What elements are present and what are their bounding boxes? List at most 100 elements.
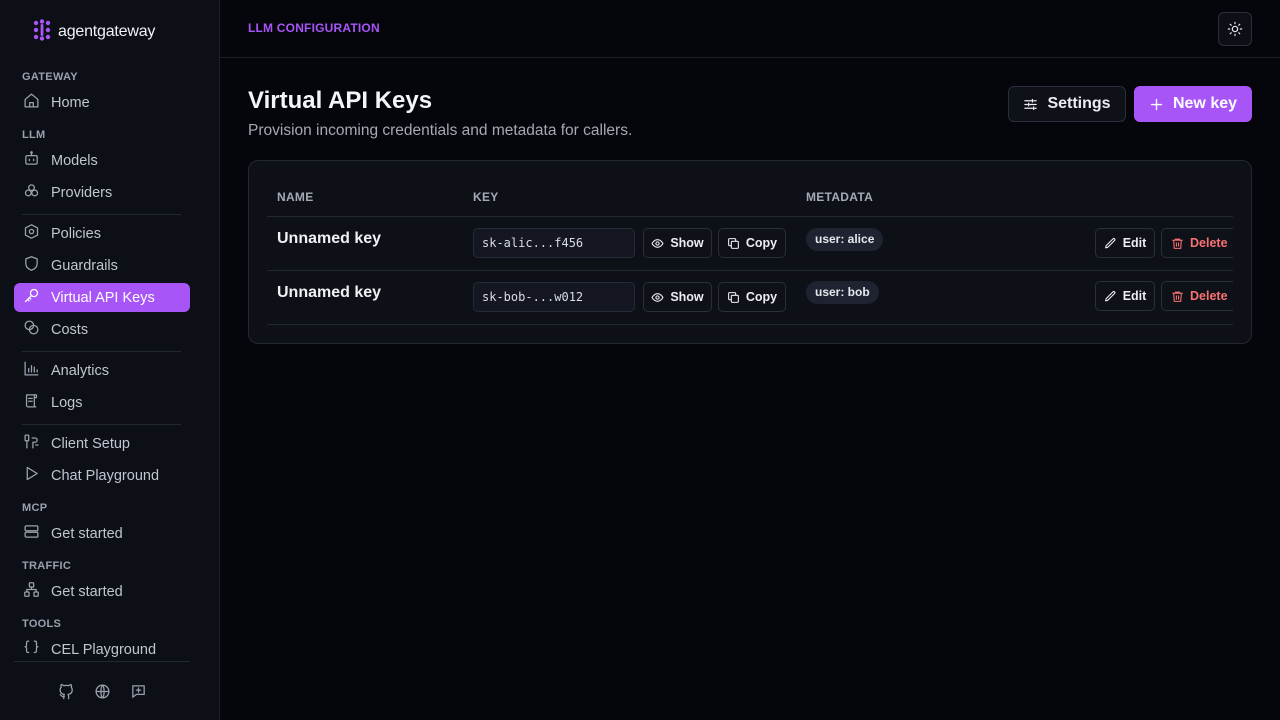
pencil-icon (1104, 237, 1117, 250)
copy-key-button[interactable]: Copy (718, 228, 786, 258)
braces-icon (23, 639, 40, 660)
table-scroll-clip (1233, 216, 1251, 326)
sliders-icon (1023, 97, 1038, 112)
sidebar-item-chat-playground[interactable]: Chat Playground (14, 461, 190, 490)
eye-icon (651, 291, 664, 304)
sidebar-item-mcp-get-started[interactable]: Get started (14, 519, 190, 548)
brand-name: agentgateway (58, 23, 156, 40)
sidebar-item-label: Chat Playground (51, 467, 160, 484)
sidebar-item-models[interactable]: Models (14, 146, 190, 175)
theme-toggle-button[interactable] (1218, 12, 1252, 46)
sidebar-item-guardrails[interactable]: Guardrails (14, 251, 190, 280)
copy-icon (727, 291, 740, 304)
nav-divider (22, 214, 181, 215)
metadata-badge: user: bob (806, 281, 879, 304)
page-subtitle: Provision incoming credentials and metad… (248, 122, 633, 139)
row-divider (267, 270, 1233, 271)
copy-key-button[interactable]: Copy (718, 282, 786, 312)
network-icon (23, 581, 40, 602)
edit-key-button-label: Edit (1122, 236, 1147, 250)
sidebar-item-label: Logs (51, 394, 83, 411)
copy-key-button-label: Copy (745, 236, 778, 250)
copy-key-button-label: Copy (745, 290, 778, 304)
section-label-mcp: MCP (22, 502, 48, 514)
sidebar-item-traffic-get-started[interactable]: Get started (14, 577, 190, 606)
delete-key-button[interactable]: Delete (1161, 228, 1241, 258)
github-icon[interactable] (56, 681, 76, 701)
sidebar-item-label: CEL Playground (51, 641, 157, 658)
scroll-icon (23, 392, 40, 413)
sidebar-item-label: Models (51, 152, 98, 169)
column-header-metadata: METADATA (806, 190, 874, 204)
sidebar-item-virtual-api-keys[interactable]: Virtual API Keys (14, 283, 190, 312)
server-icon (23, 523, 40, 544)
eye-icon (651, 237, 664, 250)
breadcrumb: LLM CONFIGURATION (248, 21, 380, 35)
sidebar-item-cel-playground[interactable]: CEL Playground (14, 635, 190, 664)
row-divider (267, 216, 1233, 217)
key-name: Unnamed key (277, 230, 382, 247)
home-icon (23, 92, 40, 113)
section-label-traffic: TRAFFIC (22, 560, 72, 572)
key-value: sk-bob-...w012 (473, 282, 635, 312)
sidebar-item-logs[interactable]: Logs (14, 388, 190, 417)
top-bar: LLM CONFIGURATION (220, 0, 1280, 58)
sidebar-item-label: Guardrails (51, 257, 118, 274)
copy-icon (727, 237, 740, 250)
sidebar-item-label: Get started (51, 525, 123, 542)
sidebar-item-policies[interactable]: Policies (14, 219, 190, 248)
chart-icon (23, 360, 40, 381)
globe-icon[interactable] (92, 681, 112, 701)
sidebar-footer-divider (14, 661, 190, 662)
brand[interactable]: agentgateway (32, 18, 156, 44)
settings-button[interactable]: Settings (1008, 86, 1126, 122)
sidebar-item-analytics[interactable]: Analytics (14, 356, 190, 385)
sidebar-item-label: Analytics (51, 362, 110, 379)
new-key-button[interactable]: New key (1134, 86, 1252, 122)
trash-icon (1171, 237, 1184, 250)
key-name: Unnamed key (277, 284, 382, 301)
section-label-tools: TOOLS (22, 618, 62, 630)
column-header-key: KEY (473, 190, 499, 204)
sidebar-item-client-setup[interactable]: Client Setup (14, 429, 190, 458)
sidebar-item-label: Costs (51, 321, 89, 338)
section-label-llm: LLM (22, 129, 46, 141)
play-icon (23, 465, 40, 486)
bot-icon (23, 150, 40, 171)
feedback-icon[interactable] (128, 681, 148, 701)
sidebar-item-costs[interactable]: Costs (14, 315, 190, 344)
sidebar-item-label: Virtual API Keys (51, 289, 155, 306)
settings-button-label: Settings (1047, 95, 1111, 112)
delete-key-button[interactable]: Delete (1161, 281, 1241, 311)
trash-icon (1171, 290, 1184, 303)
setup-icon (23, 433, 40, 454)
metadata-badge: user: alice (806, 228, 884, 251)
nav-divider (22, 424, 181, 425)
delete-key-button-label: Delete (1190, 236, 1228, 250)
nav-divider (22, 351, 181, 352)
edit-key-button[interactable]: Edit (1095, 281, 1155, 311)
pencil-icon (1104, 290, 1117, 303)
key-icon (23, 287, 40, 308)
sidebar-item-label: Get started (51, 583, 123, 600)
show-key-button[interactable]: Show (643, 228, 712, 258)
providers-icon (23, 182, 40, 203)
sidebar-item-label: Policies (51, 225, 101, 242)
section-label-gateway: GATEWAY (22, 71, 78, 83)
sidebar-item-home[interactable]: Home (14, 88, 190, 117)
page-title: Virtual API Keys (248, 87, 433, 114)
sidebar: agentgateway GATEWAY Home LLM Models Pro… (0, 0, 220, 720)
sun-icon (1227, 21, 1243, 37)
shield-icon (23, 255, 40, 276)
show-key-button[interactable]: Show (643, 282, 712, 312)
delete-key-button-label: Delete (1190, 289, 1228, 303)
plus-icon (1149, 97, 1164, 112)
row-divider (267, 324, 1233, 325)
policies-icon (23, 223, 40, 244)
edit-key-button[interactable]: Edit (1095, 228, 1155, 258)
column-header-name: NAME (277, 190, 314, 204)
new-key-button-label: New key (1172, 95, 1238, 112)
sidebar-item-providers[interactable]: Providers (14, 178, 190, 207)
coins-icon (23, 319, 40, 340)
edit-key-button-label: Edit (1122, 289, 1147, 303)
